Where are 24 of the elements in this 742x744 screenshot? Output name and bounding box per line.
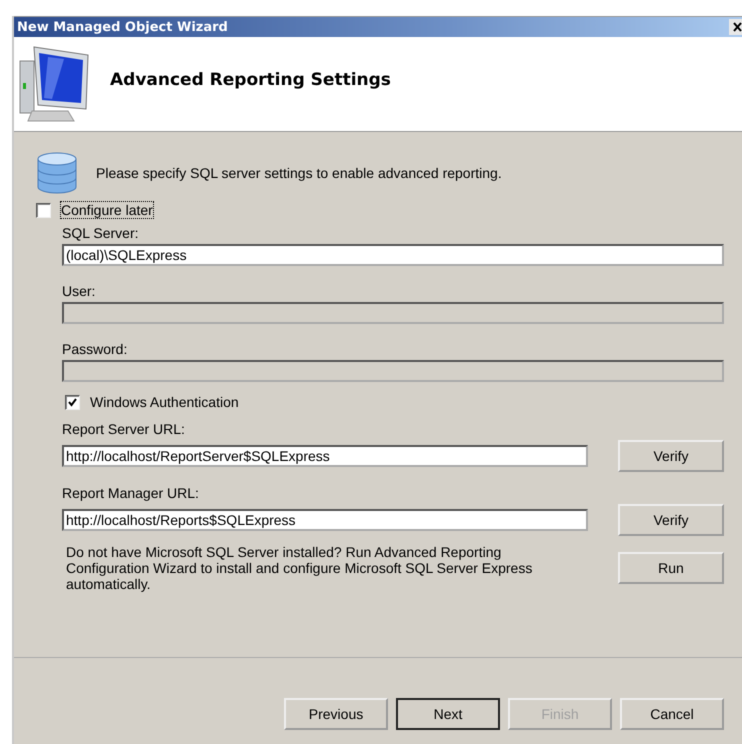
close-icon[interactable] <box>729 19 742 35</box>
field-label: Password: <box>62 340 128 359</box>
checkbox-label: Configure later <box>61 202 153 218</box>
intro-text: Please specify SQL server settings to enable advanced reporting. <box>96 165 502 181</box>
verify-button[interactable]: Verify <box>618 504 724 536</box>
install-note: Do not have Microsoft SQL Server installed? Run Advanced Reporting Configuration Wizard to install and configure Microsoft SQL Server Express automatically. <box>65 544 534 592</box>
wizard-button[interactable]: Previous <box>284 698 388 730</box>
page-heading: Advanced Reporting Settings <box>110 70 391 90</box>
url-field[interactable]: http://localhost/Reports$SQLExpress <box>62 509 588 531</box>
verify-button[interactable]: Verify <box>618 440 724 472</box>
input-field[interactable]: (local)\SQLExpress <box>62 244 724 266</box>
field-label: SQL Server: <box>62 224 140 243</box>
field-label: Report Manager URL: <box>62 484 200 503</box>
database-icon <box>36 152 78 194</box>
configure-later-checkbox[interactable] <box>36 202 51 218</box>
checkbox-label: Windows Authentication <box>90 394 239 410</box>
run-button[interactable]: Run <box>618 552 724 584</box>
field-label: Report Server URL: <box>62 420 186 439</box>
url-field[interactable]: http://localhost/ReportServer$SQLExpress <box>62 445 588 467</box>
field-label: User: <box>62 282 96 301</box>
window-title: New Managed Object Wizard <box>16 20 228 34</box>
windows-authentication-checkbox[interactable] <box>65 394 80 410</box>
wizard-button[interactable]: Next <box>396 698 500 730</box>
wizard-button[interactable]: Cancel <box>620 698 724 730</box>
